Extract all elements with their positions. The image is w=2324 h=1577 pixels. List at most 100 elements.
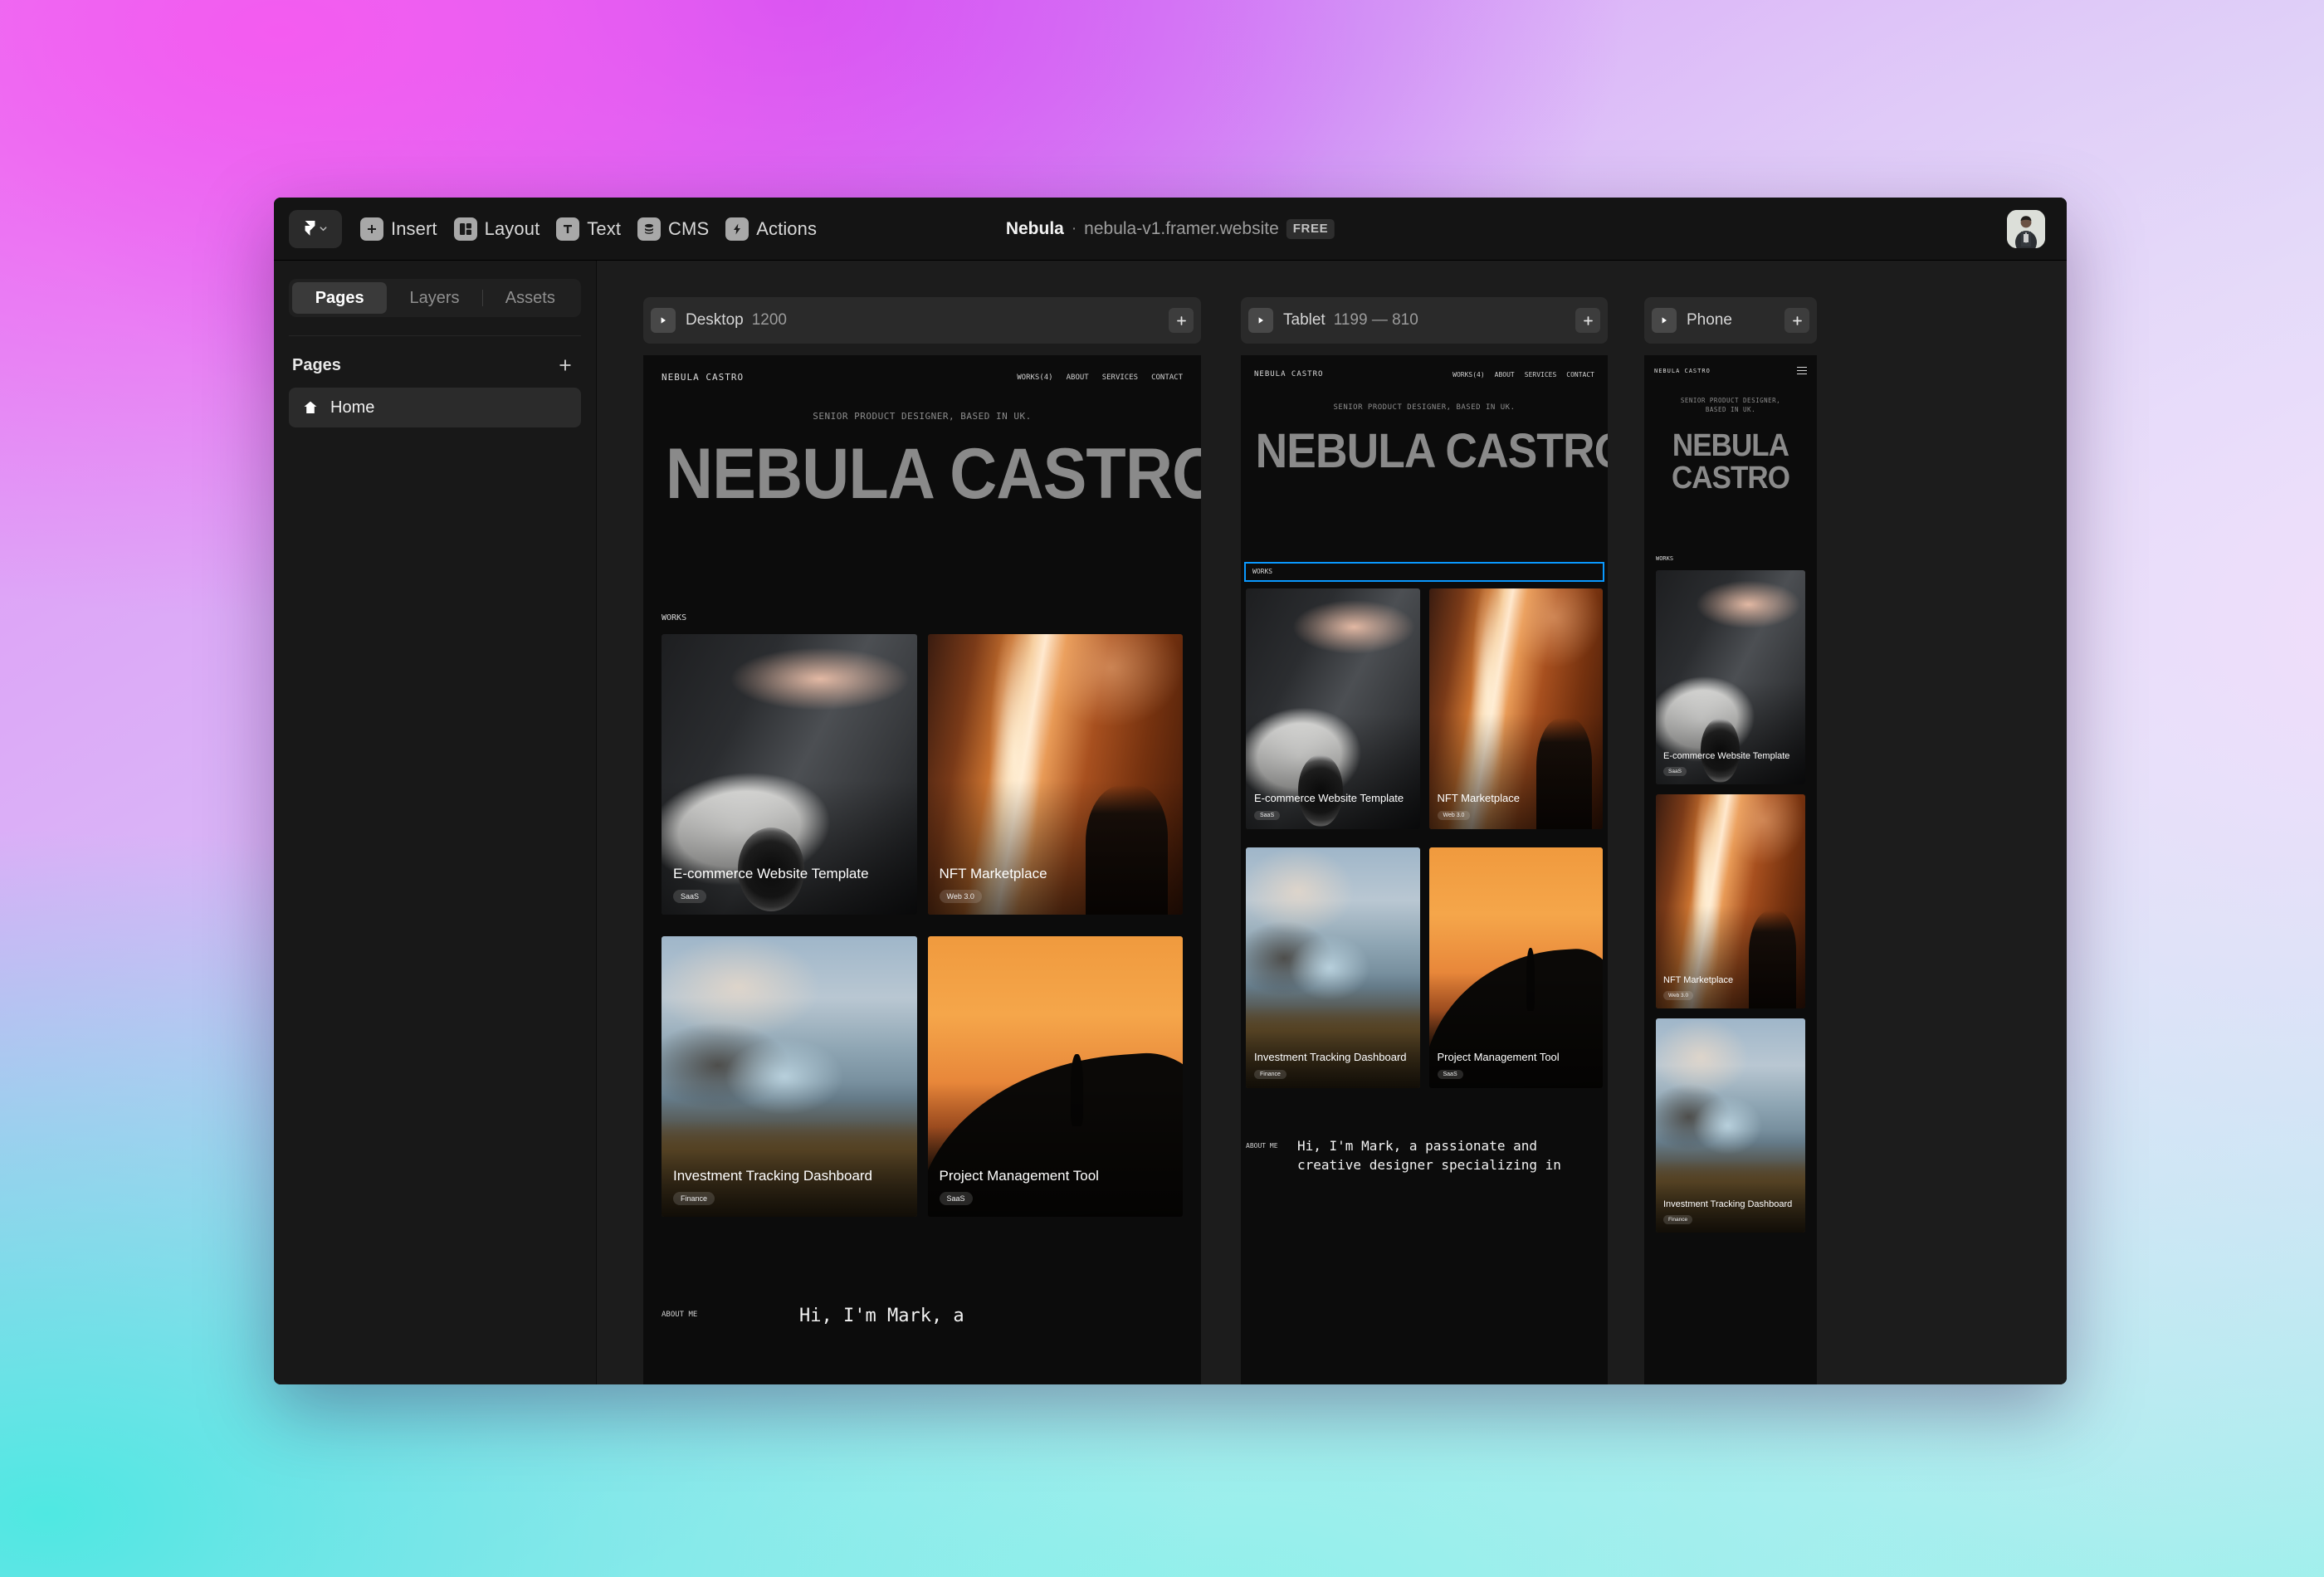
- site-hero-heading: NEBULA CASTRO: [1256, 428, 1594, 475]
- pages-section-title: Pages: [292, 356, 341, 375]
- about-section-tablet: ABOUT ME Hi, I'm Mark, a passionate and …: [1241, 1088, 1608, 1174]
- site-hero-heading-phone: NEBULA CASTRO: [1651, 430, 1809, 496]
- frame-size-tablet: 1199 — 810: [1334, 311, 1418, 330]
- toolbar-item-actions[interactable]: Actions: [719, 212, 827, 246]
- tab-pages[interactable]: Pages: [292, 282, 387, 314]
- document-name: Nebula: [1006, 219, 1064, 239]
- work-card-tag: Finance: [1663, 1215, 1692, 1224]
- work-card-text: NFT Marketplace Web 3.0: [1656, 975, 1805, 1008]
- site-tagline-line2: BASED IN UK.: [1706, 406, 1755, 413]
- hamburger-menu-icon[interactable]: [1797, 367, 1807, 374]
- site-brand[interactable]: NEBULA CASTRO: [662, 372, 744, 383]
- toolbar-item-cms[interactable]: CMS: [631, 212, 719, 246]
- nav-link-contact[interactable]: CONTACT: [1566, 371, 1594, 378]
- work-card-title: NFT Marketplace: [940, 866, 1172, 882]
- work-card-title: E-commerce Website Template: [1663, 751, 1798, 762]
- document-separator: ·: [1072, 220, 1077, 238]
- nav-link-about[interactable]: ABOUT: [1067, 374, 1089, 382]
- tab-layers[interactable]: Layers: [387, 282, 481, 314]
- works-section-label-selected[interactable]: WORKS: [1244, 562, 1604, 582]
- frame-header-phone[interactable]: Phone: [1644, 297, 1817, 344]
- nav-link-works[interactable]: WORKS(4): [1452, 371, 1485, 378]
- nav-link-services[interactable]: SERVICES: [1525, 371, 1557, 378]
- site-nav-phone: NEBULA CASTRO: [1644, 355, 1817, 374]
- work-card-tag: SaaS: [940, 1192, 973, 1205]
- work-card[interactable]: E-commerce Website Template SaaS: [662, 634, 917, 915]
- work-card-title: E-commerce Website Template: [1254, 792, 1412, 804]
- work-card-text: Investment Tracking Dashboard Finance: [1656, 1199, 1805, 1233]
- work-card-title: Project Management Tool: [940, 1168, 1172, 1184]
- framer-logo-icon: [304, 221, 316, 237]
- about-section-desktop: ABOUT ME Hi, I'm Mark, a: [643, 1217, 1201, 1330]
- site-hero-line2: CASTRO: [1672, 461, 1789, 496]
- works-grid-tablet: E-commerce Website Template SaaS NFT Mar…: [1241, 582, 1608, 1088]
- database-icon: [637, 217, 661, 241]
- work-card-text: Project Management Tool SaaS: [928, 1168, 1184, 1217]
- work-card[interactable]: NFT Marketplace Web 3.0: [1429, 588, 1604, 829]
- work-card[interactable]: E-commerce Website Template SaaS: [1246, 588, 1420, 829]
- work-card[interactable]: Project Management Tool SaaS: [1429, 847, 1604, 1088]
- sidebar-tabs: Pages Layers Assets: [289, 279, 581, 317]
- home-icon: [302, 399, 319, 416]
- work-card-text: E-commerce Website Template SaaS: [662, 866, 917, 915]
- add-breakpoint-tablet[interactable]: [1575, 308, 1600, 333]
- toolbar-label-actions: Actions: [756, 218, 817, 240]
- site-hero-line1: NEBULA: [1672, 428, 1789, 463]
- breakpoint-desktop: Desktop 1200 NEBULA CASTRO WORKS(4): [643, 261, 1201, 1384]
- play-icon[interactable]: [1652, 308, 1677, 333]
- canvas[interactable]: Desktop 1200 NEBULA CASTRO WORKS(4): [597, 261, 2067, 1384]
- toolbar-item-insert[interactable]: Insert: [354, 212, 447, 246]
- site-brand[interactable]: NEBULA CASTRO: [1254, 370, 1323, 378]
- toolbar-item-text[interactable]: Text: [549, 212, 631, 246]
- nav-link-about[interactable]: ABOUT: [1495, 371, 1515, 378]
- nav-link-services[interactable]: SERVICES: [1102, 374, 1138, 382]
- add-breakpoint-desktop[interactable]: [1169, 308, 1194, 333]
- preview-desktop[interactable]: NEBULA CASTRO WORKS(4) ABOUT SERVICES CO…: [643, 355, 1201, 1384]
- toolbar-item-layout[interactable]: Layout: [447, 212, 550, 246]
- site-nav-links: WORKS(4) ABOUT SERVICES CONTACT: [1452, 371, 1594, 378]
- site-tagline: SENIOR PRODUCT DESIGNER, BASED IN UK.: [643, 411, 1201, 422]
- work-card[interactable]: Investment Tracking Dashboard Finance: [1246, 847, 1420, 1088]
- work-card[interactable]: NFT Marketplace Web 3.0: [1656, 794, 1805, 1008]
- add-breakpoint-phone[interactable]: [1784, 308, 1809, 333]
- document-title[interactable]: Nebula · nebula-v1.framer.website FREE: [1006, 219, 1335, 239]
- work-card-title: NFT Marketplace: [1438, 792, 1595, 804]
- work-card-title: NFT Marketplace: [1663, 975, 1798, 986]
- toolbar-label-text: Text: [587, 218, 621, 240]
- avatar[interactable]: [2007, 210, 2045, 248]
- work-card[interactable]: NFT Marketplace Web 3.0: [928, 634, 1184, 915]
- play-icon[interactable]: [1248, 308, 1273, 333]
- work-card[interactable]: E-commerce Website Template SaaS: [1656, 570, 1805, 784]
- work-card-text: NFT Marketplace Web 3.0: [1429, 792, 1604, 828]
- work-card-text: NFT Marketplace Web 3.0: [928, 866, 1184, 915]
- work-card-tag: Web 3.0: [1663, 991, 1693, 1000]
- frame-header-desktop[interactable]: Desktop 1200: [643, 297, 1201, 344]
- about-text: Hi, I'm Mark, a passionate and creative …: [1297, 1136, 1603, 1174]
- work-card[interactable]: Investment Tracking Dashboard Finance: [1656, 1018, 1805, 1233]
- work-card-tag: Web 3.0: [940, 890, 982, 903]
- preview-phone[interactable]: NEBULA CASTRO SENIOR PRODUCT DESIGNER, B…: [1644, 355, 1817, 1384]
- frame-header-tablet[interactable]: Tablet 1199 — 810: [1241, 297, 1608, 344]
- work-card-title: Investment Tracking Dashboard: [1254, 1051, 1412, 1063]
- frame-size-desktop: 1200: [752, 311, 787, 330]
- work-card-tag: Finance: [673, 1192, 715, 1205]
- breakpoint-phone: Phone NEBULA CASTRO: [1644, 261, 1817, 1384]
- work-card-text: E-commerce Website Template SaaS: [1656, 751, 1805, 784]
- breakpoint-tablet: Tablet 1199 — 810 NEBULA CASTRO WORKS(4): [1241, 261, 1608, 1384]
- plan-badge: FREE: [1286, 219, 1335, 239]
- work-card[interactable]: Investment Tracking Dashboard Finance: [662, 936, 917, 1217]
- nav-link-works[interactable]: WORKS(4): [1017, 374, 1052, 382]
- sidebar-item-home[interactable]: Home: [289, 388, 581, 427]
- frame-name-tablet: Tablet: [1283, 311, 1326, 330]
- left-sidebar: Pages Layers Assets Pages: [274, 261, 597, 1384]
- work-card-text: Investment Tracking Dashboard Finance: [662, 1168, 917, 1217]
- play-icon[interactable]: [651, 308, 676, 333]
- preview-tablet[interactable]: NEBULA CASTRO WORKS(4) ABOUT SERVICES CO…: [1241, 355, 1608, 1384]
- add-page-button[interactable]: [554, 354, 576, 376]
- work-card-title: E-commerce Website Template: [673, 866, 906, 882]
- work-card[interactable]: Project Management Tool SaaS: [928, 936, 1184, 1217]
- site-brand[interactable]: NEBULA CASTRO: [1654, 368, 1711, 374]
- nav-link-contact[interactable]: CONTACT: [1151, 374, 1183, 382]
- framer-logo-button[interactable]: [289, 210, 342, 248]
- tab-assets[interactable]: Assets: [483, 282, 578, 314]
